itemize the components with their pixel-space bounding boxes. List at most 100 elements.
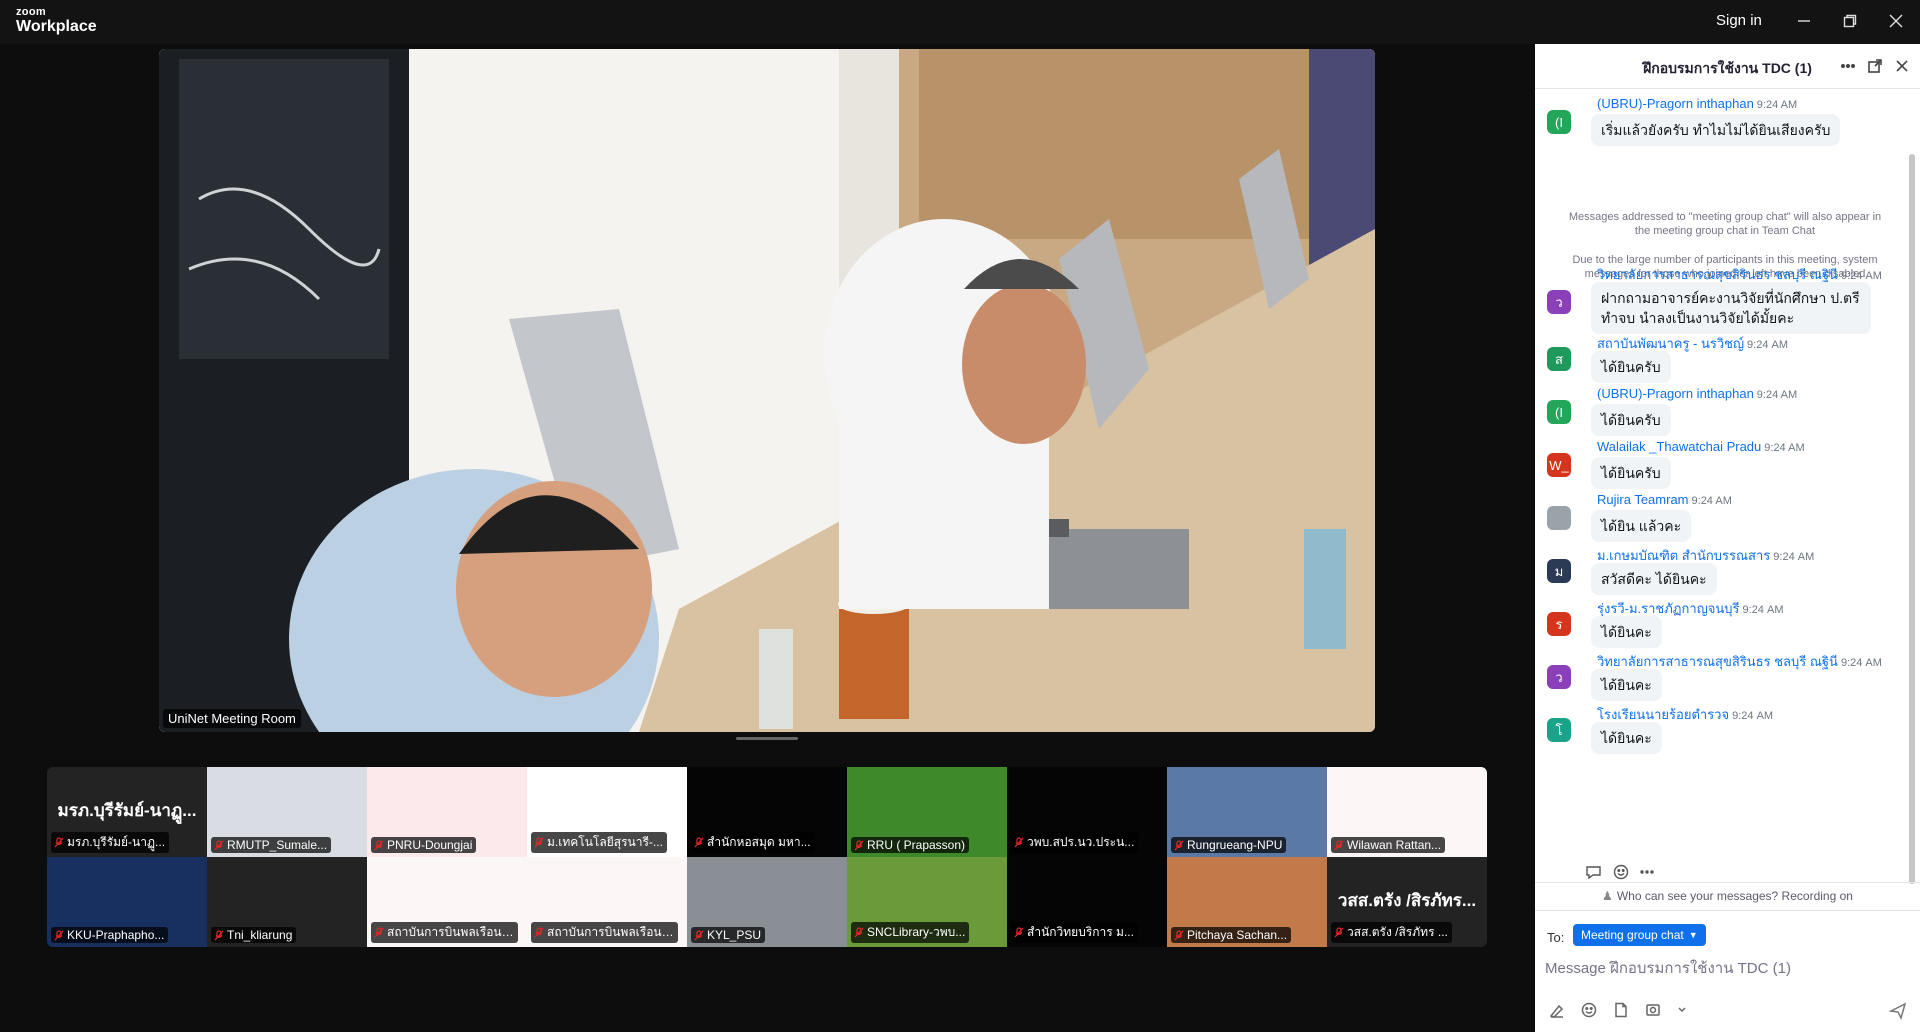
zoom-logo: zoom Workplace bbox=[16, 7, 97, 35]
restore-icon[interactable] bbox=[1837, 9, 1863, 33]
participant-tile[interactable]: Pitchaya Sachan... bbox=[1167, 857, 1327, 947]
visibility-notice[interactable]: ♟ Who can see your messages? Recording on bbox=[1535, 889, 1920, 903]
participant-name: สถาบันการบินพลเรือน (S... bbox=[531, 922, 678, 943]
message-sender[interactable]: (UBRU)-Pragorn inthaphan 9:24 AM bbox=[1597, 96, 1797, 111]
participant-tile[interactable]: Rungrueang-NPU bbox=[1167, 767, 1327, 857]
message-sender[interactable]: Walailak _Thawatchai Pradu 9:24 AM bbox=[1597, 439, 1805, 454]
pop-out-icon[interactable] bbox=[1865, 56, 1885, 76]
participant-gallery: มรภ.บุรีรัมย์-นาฏู... มรภ.บุรีรัมย์-นาฏู.… bbox=[47, 767, 1487, 947]
participant-tile[interactable]: วพบ.สปร.นว.ประน... bbox=[1007, 767, 1167, 857]
participant-name-text: Pitchaya Sachan... bbox=[1187, 928, 1288, 942]
muted-mic-icon bbox=[54, 837, 64, 848]
muted-mic-icon bbox=[534, 927, 544, 938]
participant-tile[interactable]: Tni_kliarung bbox=[207, 857, 367, 947]
participant-tile[interactable]: สำนักหอสมุด มหา... bbox=[687, 767, 847, 857]
message-list[interactable]: Messages addressed to "meeting group cha… bbox=[1535, 90, 1907, 925]
participant-name-text: วพบ.สปร.นว.ประน... bbox=[1027, 835, 1135, 849]
message-time: 9:24 AM bbox=[1691, 495, 1732, 507]
message-input[interactable] bbox=[1543, 952, 1907, 984]
video-frame bbox=[159, 49, 1375, 732]
chevron-down-icon[interactable] bbox=[1677, 1002, 1687, 1018]
screenshot-icon[interactable] bbox=[1645, 1002, 1661, 1018]
muted-mic-icon bbox=[374, 927, 384, 938]
minimize-icon[interactable] bbox=[1791, 9, 1817, 33]
chat-title: ฝึกอบรมการใช้งาน TDC (1) bbox=[1643, 60, 1812, 76]
reply-icon[interactable] bbox=[1585, 864, 1603, 880]
chat-scrollbar[interactable] bbox=[1909, 154, 1915, 884]
participant-tile[interactable]: KYL_PSU bbox=[687, 857, 847, 947]
message-sender[interactable]: (UBRU)-Pragorn inthaphan 9:24 AM bbox=[1597, 386, 1797, 401]
format-text-icon[interactable] bbox=[1549, 1002, 1565, 1018]
sender-name: ม.เกษมบัณฑิต สำนักบรรณสาร bbox=[1597, 548, 1771, 563]
participant-tile[interactable]: KKU-Praphapho... bbox=[47, 857, 207, 947]
participant-name: Pitchaya Sachan... bbox=[1171, 927, 1292, 943]
participant-tile[interactable]: PNRU-Doungjai bbox=[367, 767, 527, 857]
message-bubble: เริ่มแล้วยังครับ ทำไมไม่ได้ยินเสียงครับ bbox=[1591, 114, 1841, 146]
participant-tile[interactable]: สถาบันการบินพลเรือน (S... bbox=[527, 857, 687, 947]
muted-mic-icon bbox=[694, 929, 704, 940]
main-video[interactable]: UniNet Meeting Room bbox=[159, 49, 1375, 732]
emoji-icon[interactable] bbox=[1581, 1002, 1597, 1018]
avatar[interactable]: ว bbox=[1547, 665, 1571, 689]
participant-tile[interactable]: Wilawan Rattan... bbox=[1327, 767, 1487, 857]
participant-display-name: วสส.ตรัง /สิรภัทร... bbox=[1337, 891, 1477, 910]
participant-display-name: มรภ.บุรีรัมย์-นาฏู... bbox=[57, 801, 197, 820]
avatar[interactable]: โ bbox=[1547, 718, 1571, 742]
recipient-selector[interactable]: Meeting group chat ▼ bbox=[1573, 924, 1706, 946]
more-actions-icon[interactable] bbox=[1639, 864, 1655, 880]
participant-name: ม.เทคโนโลยีสุรนารี-... bbox=[531, 832, 667, 853]
system-notice-team-chat: Messages addressed to "meeting group cha… bbox=[1568, 211, 1882, 237]
participant-name: สถาบันการบินพลเรือน(STI... bbox=[371, 922, 518, 943]
message-sender[interactable]: Rujira Teamram 9:24 AM bbox=[1597, 492, 1732, 507]
message-time: 9:24 AM bbox=[1756, 389, 1798, 401]
avatar[interactable] bbox=[1547, 506, 1571, 530]
participant-name-text: สถาบันการบินพลเรือน (S... bbox=[547, 925, 674, 939]
participant-tile[interactable]: สถาบันการบินพลเรือน(STI... bbox=[367, 857, 527, 947]
avatar[interactable]: ร bbox=[1547, 612, 1571, 636]
emoji-reaction-icon[interactable] bbox=[1613, 864, 1629, 880]
message-bubble: ได้ยินคะ bbox=[1591, 722, 1662, 754]
muted-mic-icon bbox=[1334, 839, 1344, 850]
avatar[interactable]: (I bbox=[1547, 110, 1571, 134]
muted-mic-icon bbox=[694, 837, 704, 848]
participant-tile[interactable]: วสส.ตรัง /สิรภัทร... วสส.ตรัง /สิรภัทร ..… bbox=[1327, 857, 1487, 947]
resize-handle[interactable] bbox=[736, 737, 798, 740]
avatar[interactable]: ม bbox=[1547, 559, 1571, 583]
participant-tile[interactable]: RMUTP_Sumale... bbox=[207, 767, 367, 857]
message-bubble: สวัสดีคะ ได้ยินคะ bbox=[1591, 563, 1717, 595]
muted-mic-icon bbox=[54, 929, 64, 940]
participant-tile[interactable]: SNCLibrary-วพบ... bbox=[847, 857, 1007, 947]
participant-name: สำนักหอสมุด มหา... bbox=[691, 832, 815, 853]
to-label: To: bbox=[1547, 930, 1565, 945]
avatar[interactable]: W_ bbox=[1547, 453, 1571, 477]
message-bubble: ได้ยินคะ bbox=[1591, 616, 1662, 648]
participant-name-text: SNCLibrary-วพบ... bbox=[867, 925, 966, 939]
participant-tile[interactable]: ม.เทคโนโลยีสุรนารี-... bbox=[527, 767, 687, 857]
message-bubble: ได้ยินคะ bbox=[1591, 669, 1662, 701]
participant-name: Wilawan Rattan... bbox=[1331, 837, 1446, 853]
avatar[interactable]: ส bbox=[1547, 347, 1571, 371]
send-icon[interactable] bbox=[1888, 1002, 1907, 1025]
muted-mic-icon bbox=[1014, 837, 1024, 848]
people-icon: ♟ bbox=[1602, 889, 1613, 903]
avatar[interactable]: (I bbox=[1547, 400, 1571, 424]
message-bubble: ได้ยิน แล้วคะ bbox=[1591, 510, 1692, 542]
participant-name-text: KYL_PSU bbox=[707, 928, 762, 942]
sender-name: สถาบันพัฒนาครู - นรวิชญ์ bbox=[1597, 336, 1745, 351]
close-chat-icon[interactable] bbox=[1892, 56, 1912, 76]
participant-tile[interactable]: สำนักวิทยบริการ ม... bbox=[1007, 857, 1167, 947]
message-actions bbox=[1585, 864, 1655, 880]
close-icon[interactable] bbox=[1883, 9, 1909, 33]
participant-name: PNRU-Doungjai bbox=[371, 837, 477, 853]
participant-name-text: มรภ.บุรีรัมย์-นาฏู... bbox=[67, 835, 166, 849]
sign-in-link[interactable]: Sign in bbox=[1716, 12, 1762, 29]
divider bbox=[1535, 882, 1920, 883]
sender-name: วิทยาลัยการสาธารณสุขสิรินธร ชลบุรี ณฐินี bbox=[1597, 654, 1838, 669]
file-icon[interactable] bbox=[1613, 1002, 1629, 1018]
avatar[interactable]: ว bbox=[1547, 290, 1571, 314]
participant-tile[interactable]: RRU ( Prapasson) bbox=[847, 767, 1007, 857]
sender-name: Rujira Teamram bbox=[1597, 492, 1689, 507]
more-options-icon[interactable] bbox=[1838, 56, 1858, 76]
chat-header: ฝึกอบรมการใช้งาน TDC (1) bbox=[1535, 44, 1920, 89]
participant-tile[interactable]: มรภ.บุรีรัมย์-นาฏู... มรภ.บุรีรัมย์-นาฏู.… bbox=[47, 767, 207, 857]
